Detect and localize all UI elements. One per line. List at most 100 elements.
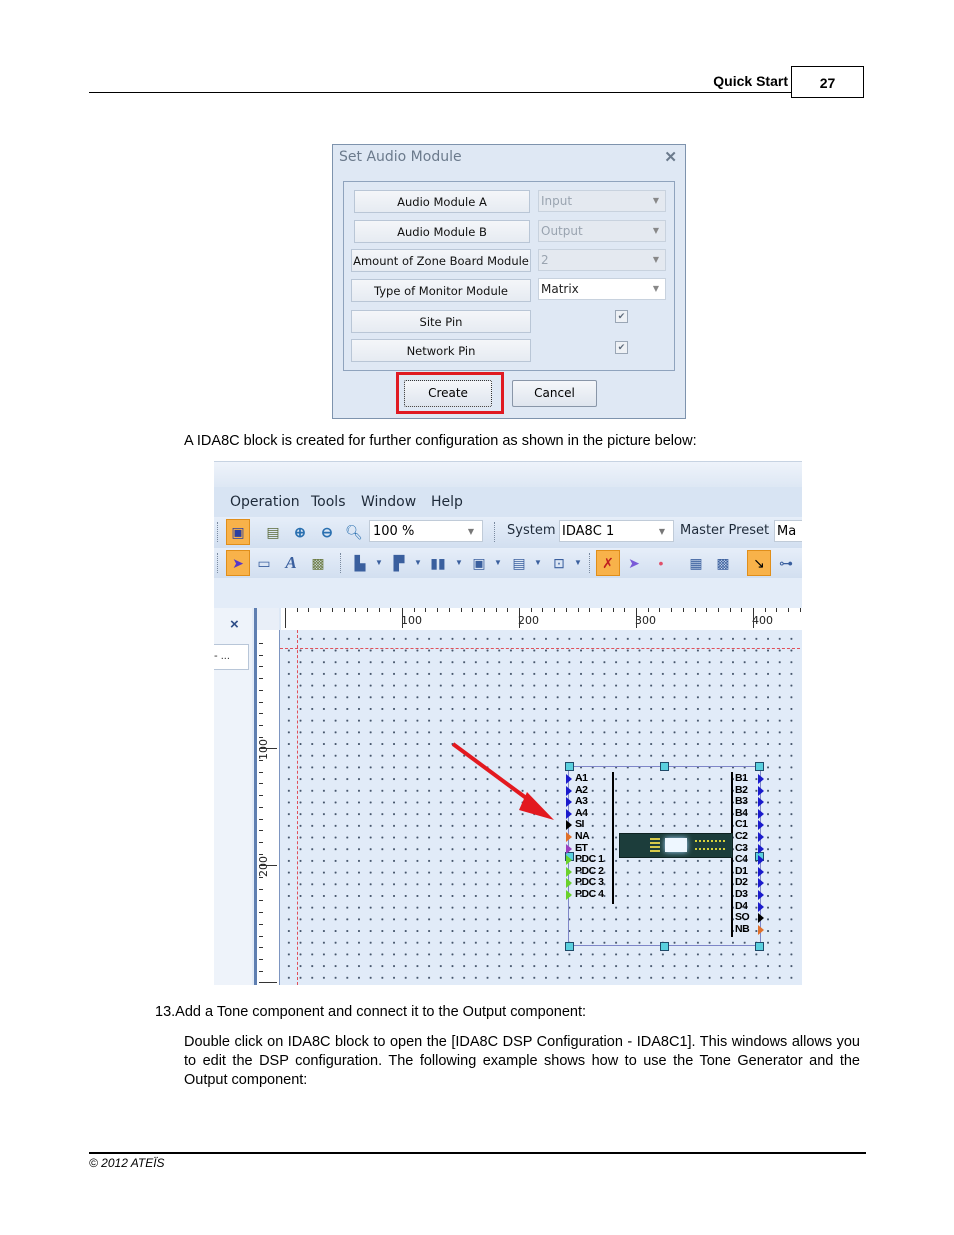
- image-icon[interactable]: ▩: [309, 554, 327, 572]
- output-pin-arrow[interactable]: [758, 820, 764, 831]
- center-icon[interactable]: ⊡: [550, 554, 568, 572]
- output-pin-arrow[interactable]: [758, 878, 764, 889]
- pointer-icon[interactable]: ➤: [226, 550, 250, 576]
- panel-tab[interactable]: - ...: [214, 644, 249, 670]
- menu-help[interactable]: Help: [431, 494, 463, 510]
- audio-module-a-select[interactable]: Input ▼: [538, 190, 666, 212]
- input-pin-arrow[interactable]: [566, 843, 572, 854]
- menu-operation[interactable]: Operation: [230, 494, 300, 510]
- ruler-label-100: 100: [401, 614, 422, 627]
- ida8c-device-image: [619, 833, 733, 858]
- create-button[interactable]: Create: [404, 380, 492, 407]
- input-pin-arrow[interactable]: [566, 797, 572, 808]
- ruler-tick: [671, 608, 673, 612]
- master-preset-label: Master Preset: [680, 523, 770, 538]
- output-pin-arrow[interactable]: [758, 913, 764, 924]
- ruler-tick: [577, 608, 579, 612]
- output-pin-arrow[interactable]: [758, 832, 764, 842]
- text-icon[interactable]: A: [282, 554, 300, 572]
- resize-handle[interactable]: [755, 942, 764, 951]
- menu-tools[interactable]: Tools: [311, 494, 346, 510]
- resize-handle[interactable]: [660, 762, 669, 771]
- audio-module-b-label: Audio Module B: [354, 220, 530, 243]
- system-select[interactable]: IDA8C 1 ▼: [559, 520, 674, 542]
- align-left-icon[interactable]: ▙: [351, 554, 369, 572]
- close-icon[interactable]: ✕: [664, 148, 677, 166]
- input-pin-arrow[interactable]: [566, 832, 572, 842]
- output-pin-arrow[interactable]: [758, 924, 764, 935]
- zoom-level-select[interactable]: 100 % ▼: [369, 520, 483, 542]
- input-pin-arrow[interactable]: [566, 820, 572, 831]
- rectangle-icon[interactable]: ▭: [255, 554, 273, 572]
- tree-icon[interactable]: ⊶: [777, 554, 795, 572]
- output-pin-arrow[interactable]: [758, 855, 764, 866]
- chevron-down-icon[interactable]: ▼: [569, 554, 587, 572]
- group-icon[interactable]: ▦: [687, 554, 705, 572]
- connector-icon[interactable]: ↘: [747, 550, 771, 576]
- input-pin-arrow[interactable]: [566, 878, 572, 889]
- ruler-tick: [472, 608, 474, 612]
- output-pin-arrow[interactable]: [758, 785, 764, 796]
- audio-module-b-select[interactable]: Output ▼: [538, 220, 666, 242]
- input-pin-arrow[interactable]: [566, 808, 572, 819]
- input-pin-arrow[interactable]: [566, 890, 572, 900]
- zoom-icon[interactable]: 🔍︎: [345, 523, 363, 541]
- distribute-icon[interactable]: ▮▮: [429, 554, 447, 572]
- master-preset-value: Ma: [777, 524, 797, 539]
- size-icon[interactable]: ▤: [510, 554, 528, 572]
- bring-front-icon[interactable]: ▣: [470, 554, 488, 572]
- input-pin-arrow[interactable]: [566, 774, 572, 784]
- zoom-out-icon[interactable]: ⊖: [318, 523, 336, 541]
- output-pin-arrow[interactable]: [758, 890, 764, 900]
- output-pin-label: C2: [735, 830, 748, 842]
- site-pin-checkbox[interactable]: ✔: [615, 310, 628, 323]
- align-top-icon[interactable]: ▛: [390, 554, 408, 572]
- resize-handle[interactable]: [755, 762, 764, 771]
- page-number: 27: [791, 66, 864, 98]
- properties-icon[interactable]: ▤: [264, 523, 282, 541]
- output-pin-arrow[interactable]: [758, 901, 764, 912]
- chevron-down-icon[interactable]: ▼: [450, 554, 468, 572]
- zone-board-amount-select[interactable]: 2 ▼: [538, 249, 666, 271]
- output-pin-arrow[interactable]: [758, 808, 764, 819]
- zoom-in-icon[interactable]: ⊕: [291, 523, 309, 541]
- ruler-tick: [259, 643, 263, 644]
- chevron-down-icon[interactable]: ▼: [529, 554, 547, 572]
- network-pin-label: Network Pin: [351, 339, 531, 362]
- input-pin-arrow[interactable]: [566, 785, 572, 796]
- ruler-label-200: 200: [518, 614, 539, 627]
- ruler-tick: [259, 970, 263, 972]
- output-pin-arrow[interactable]: [758, 843, 764, 854]
- select-link-icon[interactable]: ➤: [625, 554, 643, 572]
- ungroup-icon[interactable]: ▩: [714, 554, 732, 572]
- output-pin-arrow[interactable]: [758, 797, 764, 808]
- output-pin-arrow[interactable]: [758, 774, 764, 784]
- toolbar-draw: ➤ ▭ A ▩ ▙ ▼ ▛ ▼ ▮▮ ▼ ▣ ▼ ▤ ▼ ⊡ ▼ ✗ ➤ • ▦…: [214, 548, 802, 578]
- close-icon[interactable]: ×: [230, 616, 239, 633]
- ruler-tick: [259, 818, 263, 820]
- network-pin-checkbox[interactable]: ✔: [615, 341, 628, 354]
- resize-handle[interactable]: [660, 942, 669, 951]
- resize-handle[interactable]: [565, 762, 574, 771]
- monitor-module-type-select[interactable]: Matrix ▼: [538, 278, 666, 300]
- ruler-tick: [259, 935, 263, 937]
- master-preset-select[interactable]: Ma: [774, 520, 802, 542]
- menu-window[interactable]: Window: [361, 494, 416, 510]
- ruler-tick: [530, 608, 532, 612]
- monitor-module-type-label: Type of Monitor Module: [351, 279, 531, 302]
- input-pin-arrow[interactable]: [566, 866, 572, 877]
- cancel-button[interactable]: Cancel: [512, 380, 597, 407]
- output-pin-arrow[interactable]: [758, 866, 764, 877]
- ruler-tick: [366, 608, 368, 612]
- chevron-down-icon[interactable]: ▼: [489, 554, 507, 572]
- chevron-down-icon[interactable]: ▼: [370, 554, 388, 572]
- delete-link-icon[interactable]: ✗: [596, 550, 620, 576]
- input-pin-arrow[interactable]: [566, 855, 572, 866]
- link-point-icon[interactable]: •: [652, 554, 670, 572]
- input-pin-label: NA: [575, 830, 590, 842]
- select-area-icon[interactable]: ▣: [226, 519, 250, 545]
- chevron-down-icon[interactable]: ▼: [409, 554, 427, 572]
- horizontal-ruler: 100 200 300 400: [281, 608, 802, 632]
- design-canvas[interactable]: 100 200 300 400 100 200 A1 A2 A3 A4 SI N…: [254, 608, 802, 985]
- resize-handle[interactable]: [565, 942, 574, 951]
